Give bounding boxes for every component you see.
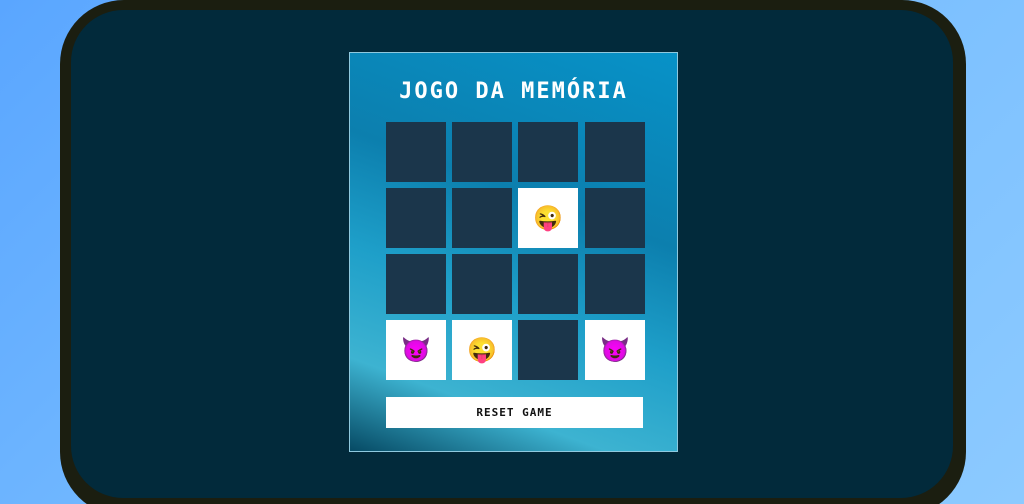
memory-card[interactable] xyxy=(518,254,578,314)
winking-face-with-tongue-icon: 😜 xyxy=(533,204,563,232)
memory-card[interactable]: 😜 xyxy=(518,188,578,248)
memory-card[interactable] xyxy=(518,122,578,182)
smiling-devil-icon: 😈 xyxy=(401,336,431,364)
memory-card[interactable]: 😈 xyxy=(585,320,645,380)
game-title: JOGO DA MEMÓRIA xyxy=(399,79,628,104)
winking-face-with-tongue-icon: 😜 xyxy=(467,336,497,364)
card-grid: 😜 😈 😜 😈 xyxy=(386,122,645,380)
memory-card[interactable] xyxy=(386,188,446,248)
memory-card[interactable] xyxy=(452,254,512,314)
memory-card[interactable]: 😜 xyxy=(452,320,512,380)
memory-card[interactable] xyxy=(386,254,446,314)
memory-card[interactable] xyxy=(518,320,578,380)
memory-card[interactable] xyxy=(585,188,645,248)
memory-game-panel: JOGO DA MEMÓRIA 😜 😈 😜 😈 RESET GAME xyxy=(349,52,678,452)
memory-card[interactable] xyxy=(386,122,446,182)
memory-card[interactable] xyxy=(585,254,645,314)
memory-card[interactable]: 😈 xyxy=(386,320,446,380)
memory-card[interactable] xyxy=(585,122,645,182)
reset-game-button[interactable]: RESET GAME xyxy=(386,397,643,428)
smiling-devil-icon: 😈 xyxy=(600,336,630,364)
memory-card[interactable] xyxy=(452,122,512,182)
memory-card[interactable] xyxy=(452,188,512,248)
